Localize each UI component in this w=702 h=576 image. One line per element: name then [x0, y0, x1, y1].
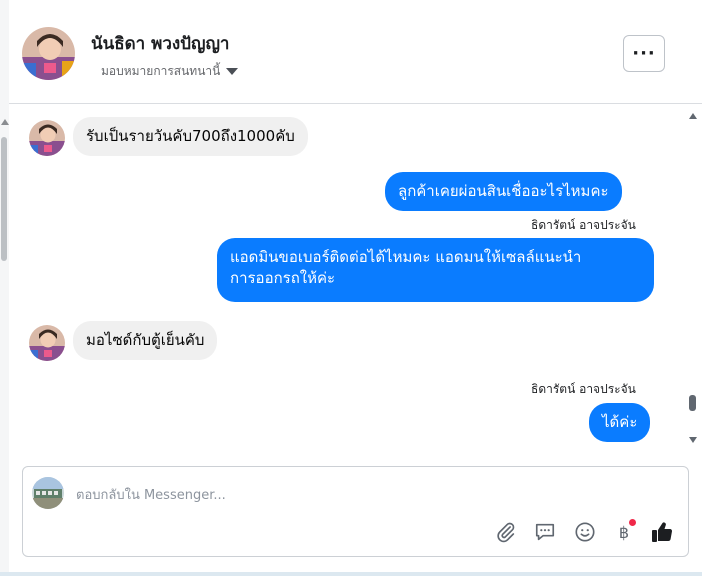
incoming-message-bubble[interactable]: รับเป็นรายวันคับ700ถึง1000คับ [73, 117, 308, 156]
conversation-panel: นันธิดา พวงปัญญา มอบหมายการสนทนานี้ ··· … [9, 0, 702, 572]
emoji-button[interactable] [572, 519, 598, 545]
conversation-header: นันธิดา พวงปัญญา มอบหมายการสนทนานี้ ··· [9, 0, 702, 104]
assign-conversation-dropdown[interactable]: มอบหมายการสนทนานี้ [101, 62, 239, 81]
attachment-icon [497, 522, 515, 543]
payment-button[interactable]: ฿ [611, 519, 637, 545]
like-icon [652, 522, 673, 542]
message-line: การออกรถให้ค่ะ [230, 269, 336, 287]
page-avatar [32, 477, 64, 509]
message-line: แอดมินขอเบอร์ติดต่อได้ไหมคะ แอดมนให้เซลล… [230, 248, 582, 266]
outgoing-message-bubble[interactable]: แอดมินขอเบอร์ติดต่อได้ไหมคะ แอดมนให้เซลล… [217, 238, 654, 302]
scroll-thumb[interactable] [689, 395, 696, 411]
attachment-button[interactable] [493, 519, 519, 545]
contact-avatar-small [29, 120, 65, 156]
sender-name: ธิดารัตน์ อาจประจัน [531, 218, 636, 232]
bottom-strip [0, 572, 702, 576]
contact-avatar-small [29, 325, 65, 361]
reply-input[interactable]: ตอบกลับใน Messenger... [76, 484, 226, 505]
notification-dot [629, 519, 636, 526]
contact-avatar[interactable] [22, 27, 75, 80]
caret-down-icon [226, 68, 239, 75]
incoming-message-bubble[interactable]: มอไซด์กับตู้เย็นคับ [73, 321, 218, 360]
sticker-button[interactable] [532, 519, 558, 545]
outgoing-message-bubble[interactable]: ลูกค้าเคยผ่อนสินเชื่ออะไรไหมคะ [385, 172, 622, 211]
sender-name: ธิดารัตน์ อาจประจัน [531, 382, 636, 396]
more-options-button[interactable]: ··· [623, 35, 665, 72]
reply-composer: ตอบกลับใน Messenger... ฿ [22, 466, 689, 557]
baht-icon: ฿ [618, 522, 630, 542]
message-scrollbar[interactable] [686, 105, 700, 450]
contact-name[interactable]: นันธิดา พวงปัญญา [91, 30, 229, 57]
outer-scroll-up-arrow[interactable] [1, 119, 9, 125]
like-button[interactable] [649, 519, 675, 545]
outgoing-message-bubble[interactable]: ได้ค่ะ [589, 403, 651, 442]
more-icon: ··· [632, 43, 656, 64]
assign-conversation-label: มอบหมายการสนทนานี้ [101, 64, 221, 78]
scroll-down-arrow[interactable] [689, 437, 697, 443]
sticker-icon [535, 523, 555, 541]
scroll-up-arrow[interactable] [689, 113, 697, 119]
emoji-icon [575, 522, 595, 542]
outer-scroll-thumb[interactable] [1, 137, 7, 261]
